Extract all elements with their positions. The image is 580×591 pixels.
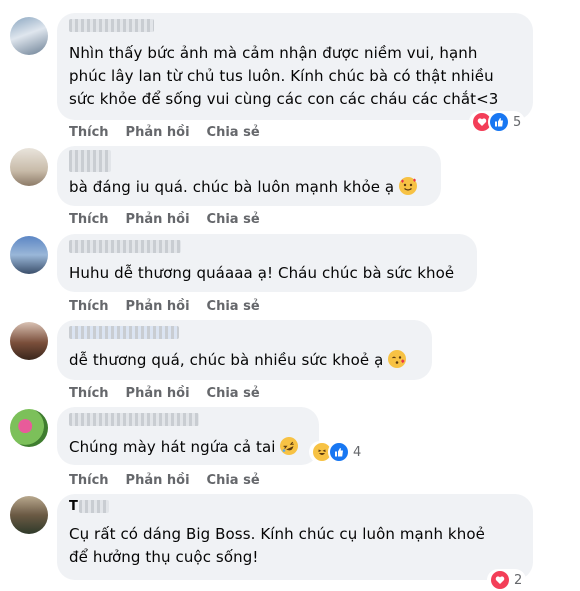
comment-bubble: dễ thương quá, chúc bà nhiều sức khoẻ ạ	[57, 320, 432, 380]
smiling-face-with-hearts-emoji	[399, 177, 418, 195]
like-button[interactable]: Thích	[69, 212, 109, 227]
avatar[interactable]	[10, 496, 48, 534]
reaction-summary[interactable]: 2	[487, 569, 527, 591]
reply-button[interactable]: Phản hồi	[126, 299, 190, 314]
comment-text-body: Chúng mày hát ngứa cả tai	[69, 438, 276, 456]
reply-button[interactable]: Phản hồi	[126, 212, 190, 227]
commenter-name[interactable]	[69, 240, 181, 253]
avatar[interactable]	[10, 409, 48, 447]
comment-text: Nhìn thấy bức ảnh mà cảm nhận được niềm …	[69, 44, 499, 108]
like-button[interactable]: Thích	[69, 299, 109, 314]
commenter-name-initial: T	[69, 499, 78, 514]
comment-bubble: bà đáng iu quá. chúc bà luôn mạnh khỏe ạ	[57, 146, 441, 206]
commenter-name[interactable]	[69, 150, 111, 172]
comment-text: Cụ rất có dáng Big Boss. Kính chúc cụ lu…	[69, 525, 485, 566]
share-button[interactable]: Chia sẻ	[207, 386, 260, 401]
comment-bubble: Huhu dễ thương quáaaa ạ! Cháu chúc bà sứ…	[57, 234, 477, 292]
like-button[interactable]: Thích	[69, 125, 109, 140]
avatar[interactable]	[10, 17, 48, 55]
like-icon	[328, 441, 350, 463]
reaction-summary[interactable]: 5	[469, 111, 526, 133]
share-button[interactable]: Chia sẻ	[207, 125, 260, 140]
like-button[interactable]: Thích	[69, 386, 109, 401]
avatar[interactable]	[10, 322, 48, 360]
comment-text: dễ thương quá, chúc bà nhiều sức khoẻ ạ	[69, 349, 422, 372]
reply-button[interactable]: Phản hồi	[126, 386, 190, 401]
commenter-name[interactable]	[69, 19, 154, 32]
avatar[interactable]	[10, 236, 48, 274]
comment-actions: Thích Phản hồi Chia sẻ	[69, 299, 277, 315]
comment-bubble: Chúng mày hát ngứa cả tai	[57, 407, 319, 465]
share-button[interactable]: Chia sẻ	[207, 299, 260, 314]
reaction-count: 5	[513, 114, 522, 130]
comment-text: Huhu dễ thương quáaaa ạ! Cháu chúc bà sứ…	[69, 264, 455, 282]
reply-button[interactable]: Phản hồi	[126, 473, 190, 488]
like-icon	[488, 111, 510, 133]
comment-text-body: bà đáng iu quá. chúc bà luôn mạnh khỏe ạ	[69, 178, 395, 196]
commenter-name[interactable]	[69, 326, 179, 339]
reaction-count: 4	[353, 444, 362, 460]
avatar[interactable]	[10, 148, 48, 186]
comment-text-body: dễ thương quá, chúc bà nhiều sức khoẻ ạ	[69, 351, 384, 369]
comment-text: bà đáng iu quá. chúc bà luôn mạnh khỏe ạ	[69, 176, 431, 199]
face-blowing-kiss-emoji	[388, 350, 407, 368]
comment-bubble: Nhìn thấy bức ảnh mà cảm nhận được niềm …	[57, 13, 533, 120]
comment-actions: Thích Phản hồi Chia sẻ	[69, 473, 277, 489]
comment-bubble: T Cụ rất có dáng Big Boss. Kính chúc cụ …	[57, 494, 533, 580]
comment-actions: Thích Phản hồi Chia sẻ	[69, 212, 277, 228]
share-button[interactable]: Chia sẻ	[207, 212, 260, 227]
rolling-on-floor-laughing-emoji	[277, 434, 302, 458]
comment-text: Chúng mày hát ngứa cả tai	[69, 434, 309, 459]
share-button[interactable]: Chia sẻ	[207, 473, 260, 488]
reaction-count: 2	[514, 572, 523, 588]
commenter-name[interactable]	[69, 413, 199, 426]
reaction-summary[interactable]: 4	[309, 441, 366, 463]
comment-actions: Thích Phản hồi Chia sẻ	[69, 386, 277, 402]
commenter-name[interactable]: T	[69, 499, 117, 514]
like-button[interactable]: Thích	[69, 473, 109, 488]
heart-icon	[489, 569, 511, 591]
reply-button[interactable]: Phản hồi	[126, 125, 190, 140]
comment-actions: Thích Phản hồi Chia sẻ	[69, 125, 277, 141]
